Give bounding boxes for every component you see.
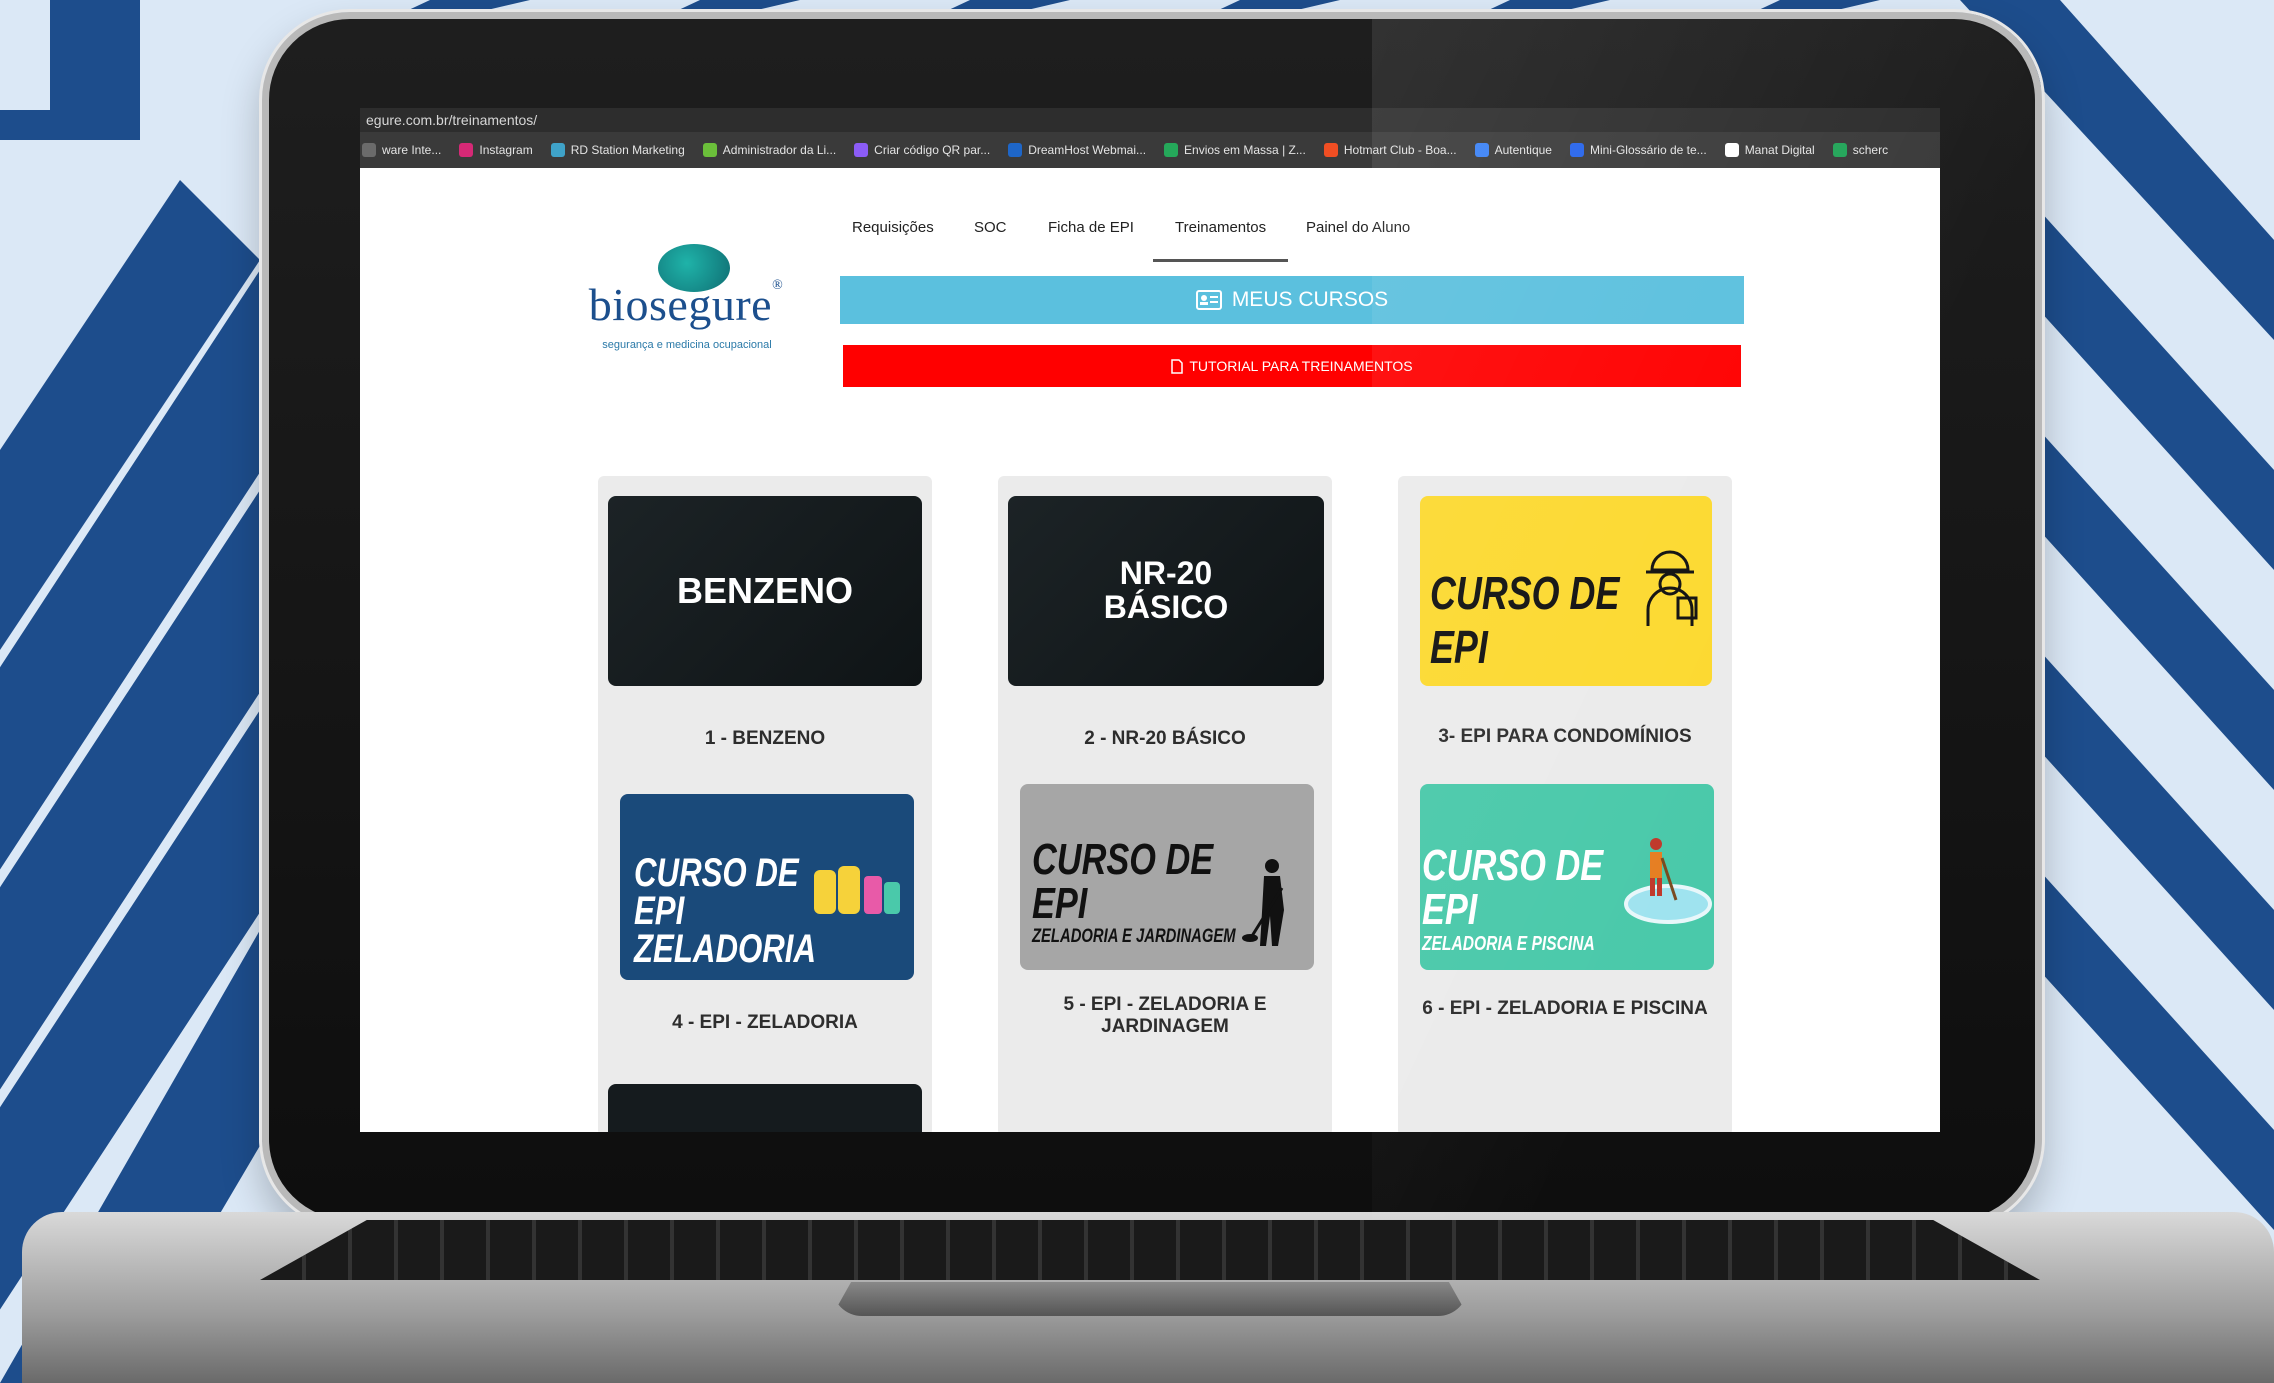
bookmark-favicon-icon xyxy=(1474,143,1489,157)
bookmark-favicon-icon xyxy=(1832,143,1847,157)
bookmark-item[interactable]: Hotmart Club - Boa... xyxy=(1323,143,1457,157)
bookmark-label: Mini-Glossário de te... xyxy=(1589,143,1707,157)
tab-treinamentos[interactable]: Treinamentos xyxy=(1152,208,1289,262)
course-image-jardinagem[interactable]: CURSO DE EPI ZELADORIA E JARDINAGEM xyxy=(1020,784,1314,970)
bookmark-item[interactable]: Envios em Massa | Z... xyxy=(1164,143,1306,157)
course-title[interactable]: 5 - EPI - ZELADORIA E JARDINAGEM xyxy=(1028,994,1302,1038)
course-column-2: NR-20 BÁSICO 2 - NR-20 BÁSICO CURSO DE E… xyxy=(998,476,1332,1132)
bookmark-label: RD Station Marketing xyxy=(570,143,685,157)
course-image-subtext: ZELADORIA E PISCINA xyxy=(1422,933,1595,955)
bookmark-label: Administrador da Li... xyxy=(722,143,837,157)
bookmark-label: Hotmart Club - Boa... xyxy=(1343,143,1457,157)
bookmark-favicon-icon xyxy=(1724,143,1739,157)
course-image-condominios[interactable]: CURSO DE EPI xyxy=(1420,496,1712,686)
bookmark-item[interactable]: DreamHost Webmai... xyxy=(1008,143,1146,157)
bookmark-label: Instagram xyxy=(479,143,533,157)
course-image-text: CURSO DE EPI xyxy=(1032,835,1214,928)
bookmark-label: scherc xyxy=(1852,143,1889,157)
course-title[interactable]: 3- EPI PARA CONDOMÍNIOS xyxy=(1398,726,1732,748)
course-title[interactable]: 6 - EPI - ZELADORIA E PISCINA xyxy=(1398,998,1732,1020)
bookmark-favicon-icon xyxy=(702,143,717,157)
id-card-icon xyxy=(1195,290,1222,310)
course-image-benzeno[interactable]: BENZENO xyxy=(608,496,922,686)
bookmark-label: Envios em Massa | Z... xyxy=(1184,143,1306,157)
bookmark-item[interactable]: Criar código QR par... xyxy=(854,143,990,157)
bookmark-favicon-icon xyxy=(854,143,869,157)
course-image-subtext: ZELADORIA E JARDINAGEM xyxy=(1032,926,1236,947)
tab-soc[interactable]: SOC xyxy=(974,208,1007,248)
course-title[interactable]: 4 - EPI - ZELADORIA xyxy=(598,1012,932,1034)
biosegure-logo: biosegure® segurança e medicina ocupacio… xyxy=(582,244,786,364)
pool-cleaner-icon xyxy=(1624,838,1712,924)
course-image-text: NR-20 BÁSICO xyxy=(1103,555,1229,625)
course-image-next[interactable] xyxy=(608,1084,922,1132)
tab-ficha-de-epi[interactable]: Ficha de EPI xyxy=(1048,208,1134,248)
pdf-file-icon xyxy=(1171,358,1184,374)
bookmark-favicon-icon xyxy=(550,143,565,157)
bookmark-item[interactable]: scherc xyxy=(1832,143,1889,157)
bookmark-item[interactable]: Manat Digital xyxy=(1724,143,1815,157)
course-column-1: BENZENO 1 - BENZENO CURSO DE EPI ZELADOR… xyxy=(598,476,932,1132)
bookmark-label: ware Inte... xyxy=(382,143,442,157)
meus-cursos-button[interactable]: MEUS CURSOS xyxy=(840,276,1744,324)
bookmark-item[interactable]: RD Station Marketing xyxy=(550,143,685,157)
course-image-subtext: ZELADORIA xyxy=(634,927,816,971)
laptop-screen: egure.com.br/treinamentos/ ware Inte... I… xyxy=(360,108,1940,1132)
address-bar[interactable]: egure.com.br/treinamentos/ xyxy=(360,108,1940,132)
bookmark-favicon-icon xyxy=(1164,143,1179,157)
bookmark-label: Criar código QR par... xyxy=(874,143,991,157)
bookmark-favicon-icon xyxy=(1569,143,1584,157)
worker-helmet-icon xyxy=(1646,550,1698,626)
bookmark-label: Manat Digital xyxy=(1744,143,1815,157)
bookmark-favicon-icon xyxy=(1323,143,1338,157)
course-image-text: CURSO DE EPI xyxy=(1430,567,1620,673)
tutorial-button[interactable]: TUTORIAL PARA TREINAMENTOS xyxy=(843,345,1741,387)
course-image-zeladoria[interactable]: CURSO DE EPI ZELADORIA xyxy=(620,794,914,980)
cleaning-gloves-icon xyxy=(814,866,900,914)
course-image-piscina[interactable]: CURSO DE EPI ZELADORIA E PISCINA xyxy=(1420,784,1714,970)
bookmark-favicon-icon xyxy=(1008,143,1023,157)
course-column-3: CURSO DE EPI 3- EPI PARA CONDOMÍNIOS CUR… xyxy=(1398,476,1732,1132)
bookmark-item[interactable]: Mini-Glossário de te... xyxy=(1569,143,1707,157)
bookmark-favicon-icon xyxy=(459,143,474,157)
bookmark-item[interactable]: Instagram xyxy=(459,143,533,157)
bookmark-item[interactable]: ware Inte... xyxy=(362,143,441,157)
logo-tagline: segurança e medicina ocupacional xyxy=(602,339,772,351)
course-title[interactable]: 2 - NR-20 BÁSICO xyxy=(998,728,1332,750)
course-title[interactable]: 1 - BENZENO xyxy=(598,728,932,750)
gardener-icon xyxy=(1242,859,1284,946)
bookmarks-bar: ware Inte... Instagram RD Station Marketin… xyxy=(360,132,1940,168)
tutorial-label: TUTORIAL PARA TREINAMENTOS xyxy=(1189,358,1413,374)
tab-painel-do-aluno[interactable]: Painel do Aluno xyxy=(1306,208,1410,248)
bookmark-favicon-icon xyxy=(362,143,376,157)
bookmark-label: Autentique xyxy=(1494,143,1552,157)
tab-requisicoes[interactable]: Requisições xyxy=(852,208,934,248)
course-image-nr20[interactable]: NR-20 BÁSICO xyxy=(1008,496,1324,686)
bookmark-label: DreamHost Webmai... xyxy=(1028,143,1147,157)
bookmark-item[interactable]: Administrador da Li... xyxy=(702,143,837,157)
laptop-keyboard xyxy=(260,1220,2040,1280)
meus-cursos-label: MEUS CURSOS xyxy=(1231,288,1389,311)
laptop-hinge-notch xyxy=(832,1282,1468,1316)
bookmark-item[interactable]: Autentique xyxy=(1474,143,1552,157)
logo-wordmark: biosegure® xyxy=(588,278,784,330)
course-image-text: BENZENO xyxy=(676,570,853,612)
